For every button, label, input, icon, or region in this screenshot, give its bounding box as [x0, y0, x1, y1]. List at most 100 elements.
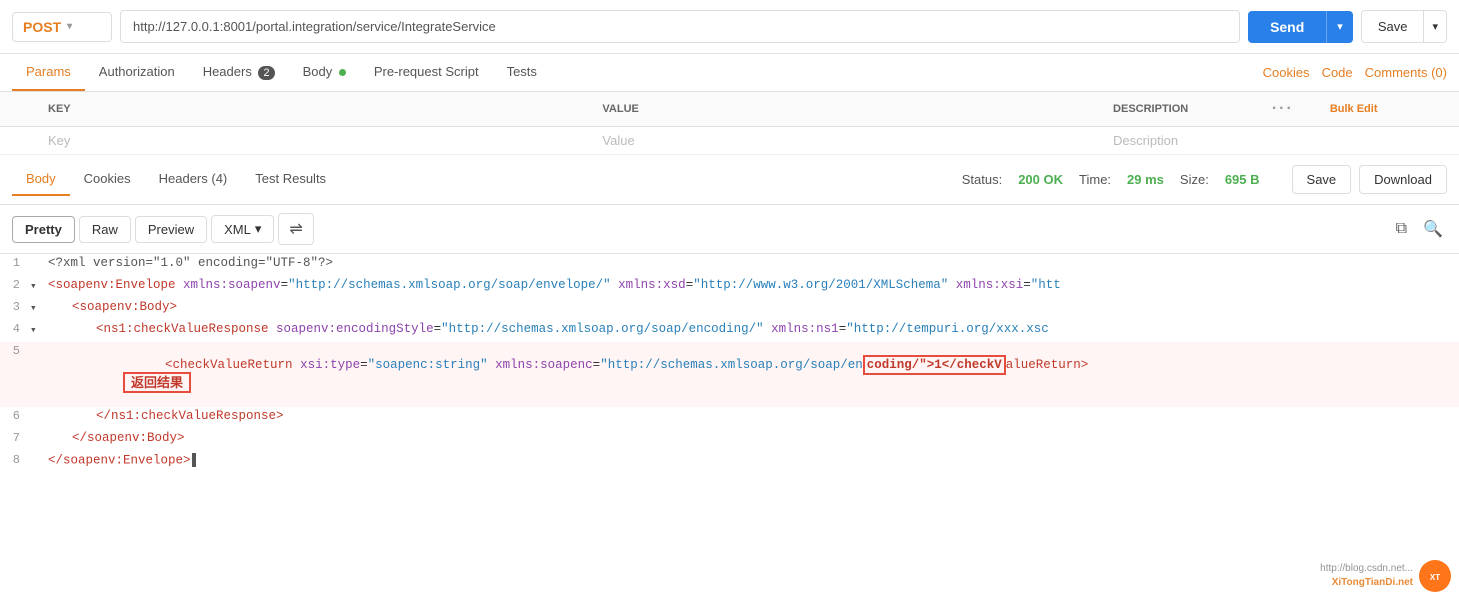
format-select[interactable]: XML ▾: [211, 215, 274, 243]
line-content-7: </soapenv:Body>: [44, 429, 1459, 447]
send-button[interactable]: Send: [1248, 11, 1326, 43]
pretty-button[interactable]: Pretty: [12, 216, 75, 243]
line-content-1: <?xml version="1.0" encoding="UTF-8"?>: [44, 254, 1459, 272]
params-placeholder-row: Key Value Description: [0, 127, 1459, 155]
comments-link[interactable]: Comments (0): [1365, 55, 1447, 90]
response-download-button[interactable]: Download: [1359, 165, 1447, 194]
cookies-link[interactable]: Cookies: [1263, 55, 1310, 90]
line-arrow-6: [30, 407, 44, 410]
row-desc-placeholder[interactable]: Description: [1101, 127, 1260, 155]
response-tab-test-results[interactable]: Test Results: [241, 163, 340, 196]
tab-params[interactable]: Params: [12, 54, 85, 91]
tab-pre-request-script[interactable]: Pre-request Script: [360, 54, 493, 91]
wrap-button[interactable]: ⇌: [278, 213, 313, 245]
watermark-url: http://blog.csdn.net...: [1320, 562, 1413, 576]
line-num-2: 2: [0, 276, 30, 292]
line-num-5: 5: [0, 342, 30, 358]
line-content-3: <soapenv:Body>: [44, 298, 1459, 316]
tab-headers[interactable]: Headers 2: [189, 54, 289, 91]
line-arrow-8: [30, 451, 44, 454]
code-line-2: 2 ▾ <soapenv:Envelope xmlns:soapenv="htt…: [0, 276, 1459, 298]
watermark-logo: XT: [1419, 560, 1451, 592]
response-save-button[interactable]: Save: [1292, 165, 1352, 194]
save-button[interactable]: Save: [1361, 10, 1425, 43]
url-input[interactable]: [120, 10, 1240, 43]
bulk-edit-header: Bulk Edit: [1306, 92, 1459, 127]
line-num-1: 1: [0, 254, 30, 270]
bulk-edit-link[interactable]: Bulk Edit: [1318, 95, 1390, 123]
response-tab-body[interactable]: Body: [12, 163, 70, 196]
row-value-placeholder[interactable]: Value: [590, 127, 1101, 155]
response-bar: Body Cookies Headers (4) Test Results St…: [0, 155, 1459, 205]
format-bar: Pretty Raw Preview XML ▾ ⇌ ⧉ 🔍: [0, 205, 1459, 254]
copy-icon[interactable]: ⧉: [1392, 215, 1411, 243]
col-actions-header: ···: [1260, 92, 1306, 127]
status-value: 200 OK: [1018, 172, 1063, 187]
line-content-8: </soapenv:Envelope>: [44, 451, 1459, 469]
method-chevron-icon: ▾: [67, 21, 72, 32]
line-num-6: 6: [0, 407, 30, 423]
time-label: Time:: [1079, 172, 1111, 187]
code-line-7: 7 </soapenv:Body>: [0, 429, 1459, 451]
response-meta: Status: 200 OK Time: 29 ms Size: 695 B S…: [962, 165, 1447, 194]
code-line-4: 4 ▾ <ns1:checkValueResponse soapenv:enco…: [0, 320, 1459, 342]
save-group: Save ▾: [1361, 10, 1447, 43]
response-tabs: Body Cookies Headers (4) Test Results: [12, 163, 340, 196]
line-arrow-1: [30, 254, 44, 257]
headers-badge: 2: [258, 66, 274, 80]
line-num-3: 3: [0, 298, 30, 314]
response-actions: Save Download: [1292, 165, 1447, 194]
line-num-7: 7: [0, 429, 30, 445]
col-key-header: KEY: [36, 92, 590, 127]
tab-authorization[interactable]: Authorization: [85, 54, 189, 91]
svg-text:XT: XT: [1430, 573, 1440, 582]
line-content-2: <soapenv:Envelope xmlns:soapenv="http://…: [44, 276, 1459, 294]
code-line-3: 3 ▾ <soapenv:Body>: [0, 298, 1459, 320]
response-tab-cookies[interactable]: Cookies: [70, 163, 145, 196]
code-line-1: 1 <?xml version="1.0" encoding="UTF-8"?>: [0, 254, 1459, 276]
right-icons: ⧉ 🔍: [1392, 215, 1447, 243]
format-value: XML: [224, 222, 251, 237]
size-label: Size:: [1180, 172, 1209, 187]
code-line-6: 6 </ns1:checkValueResponse>: [0, 407, 1459, 429]
line-content-5: <checkValueReturn xsi:type="soapenc:stri…: [44, 342, 1459, 407]
top-bar: POST ▾ Send ▾ Save ▾: [0, 0, 1459, 54]
preview-button[interactable]: Preview: [135, 216, 207, 243]
line-content-6: </ns1:checkValueResponse>: [44, 407, 1459, 425]
send-dropdown-button[interactable]: ▾: [1326, 11, 1353, 43]
save-dropdown-button[interactable]: ▾: [1424, 10, 1447, 43]
code-link[interactable]: Code: [1322, 55, 1353, 90]
line-arrow-4: ▾: [30, 320, 44, 337]
code-area: 1 <?xml version="1.0" encoding="UTF-8"?>…: [0, 254, 1459, 473]
code-line-5: 5 <checkValueReturn xsi:type="soapenc:st…: [0, 342, 1459, 407]
row-check: [0, 127, 36, 155]
method-value: POST: [23, 19, 61, 35]
row-key-placeholder[interactable]: Key: [36, 127, 590, 155]
line-num-8: 8: [0, 451, 30, 467]
search-icon[interactable]: 🔍: [1419, 215, 1447, 243]
watermark-site: XiTongTianDi.net: [1320, 576, 1413, 590]
line-num-4: 4: [0, 320, 30, 336]
code-line-8: 8 </soapenv:Envelope>: [0, 451, 1459, 473]
col-desc-header: DESCRIPTION: [1101, 92, 1260, 127]
tab-tests[interactable]: Tests: [493, 54, 551, 91]
tab-body[interactable]: Body: [289, 54, 360, 91]
send-group: Send ▾: [1248, 11, 1353, 43]
time-value: 29 ms: [1127, 172, 1164, 187]
size-value: 695 B: [1225, 172, 1260, 187]
col-value-header: VALUE: [590, 92, 1101, 127]
status-label: Status:: [962, 172, 1002, 187]
line-arrow-5: [30, 342, 44, 345]
line-arrow-7: [30, 429, 44, 432]
raw-button[interactable]: Raw: [79, 216, 131, 243]
watermark: http://blog.csdn.net... XiTongTianDi.net…: [1320, 560, 1451, 592]
body-dot: [339, 69, 346, 76]
params-section: KEY VALUE DESCRIPTION ··· Bulk Edit Key …: [0, 92, 1459, 155]
method-select[interactable]: POST ▾: [12, 12, 112, 42]
params-table: KEY VALUE DESCRIPTION ··· Bulk Edit Key …: [0, 92, 1459, 155]
line-arrow-3: ▾: [30, 298, 44, 315]
more-button[interactable]: ···: [1272, 100, 1294, 117]
response-tab-headers[interactable]: Headers (4): [145, 163, 242, 196]
format-chevron-icon: ▾: [255, 221, 262, 237]
col-check-header: [0, 92, 36, 127]
